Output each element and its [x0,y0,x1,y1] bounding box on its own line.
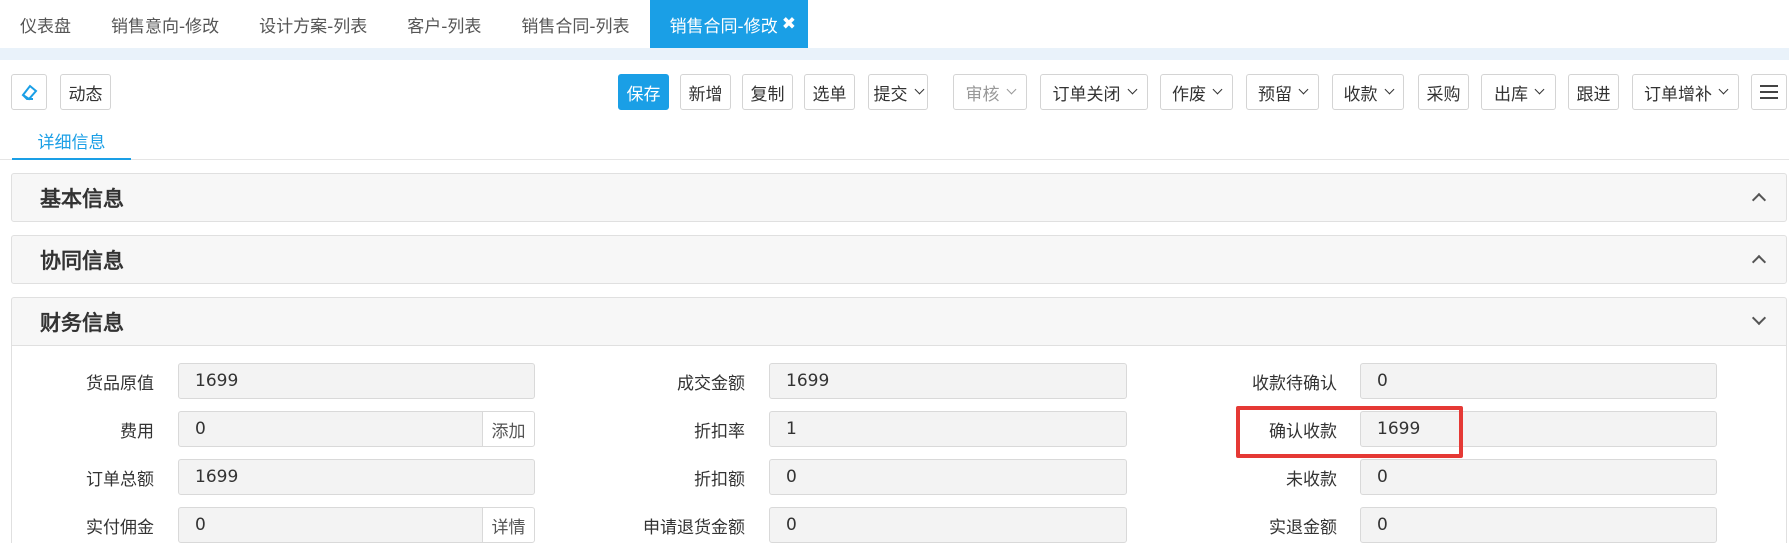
toolbar: 动态 保存 新增 复制 选单 提交 审核 订单关闭 作废 预留 收款 采购 出库… [0,60,1789,122]
order-close-dropdown[interactable]: 订单关闭 [1040,74,1148,110]
tab-sales-contract-edit[interactable]: 销售合同-修改 ✖ [649,0,808,48]
outbound-label: 出库 [1494,84,1528,105]
discount-rate-field[interactable]: 1 [769,411,1127,447]
section-title: 基本信息 [40,186,124,211]
more-menu-button[interactable] [1751,74,1787,110]
commission-field[interactable]: 0 [178,507,483,543]
order-total-label: 订单总额 [86,469,154,490]
deal-amount-field[interactable]: 1699 [769,363,1127,399]
chevron-down-icon [1298,84,1309,95]
highlight-box [1236,406,1463,458]
order-supplement-dropdown[interactable]: 订单增补 [1632,74,1739,110]
fee-add-button[interactable]: 添加 [482,411,535,447]
tab-dashboard[interactable]: 仪表盘 [0,0,91,48]
chevron-down-icon [1127,84,1137,95]
return-request-label: 申请退货金额 [643,517,745,538]
tab-label: 销售合同-修改 [669,16,778,37]
unreceived-field[interactable]: 0 [1360,459,1717,495]
discount-rate-label: 折扣率 [694,421,745,442]
section-finance-info[interactable]: 财务信息 [11,297,1787,346]
unreceived-label: 未收款 [1286,469,1337,490]
receipt-label: 收款 [1343,84,1378,105]
tab-bar: 仪表盘 销售意向-修改 设计方案-列表 客户-列表 销售合同-列表 销售合同-修… [0,0,1789,48]
tab-detail-info[interactable]: 详细信息 [12,122,131,160]
receipt-dropdown[interactable]: 收款 [1332,74,1404,110]
fee-label: 费用 [120,421,154,442]
refund-label: 实退金额 [1269,517,1337,538]
eraser-icon [21,84,38,101]
void-label: 作废 [1172,84,1206,105]
refund-field[interactable]: 0 [1360,507,1717,543]
menu-icon [1760,85,1778,99]
dynamic-button[interactable]: 动态 [60,74,111,110]
void-dropdown[interactable]: 作废 [1160,74,1233,110]
pending-receipt-label: 收款待确认 [1252,373,1337,394]
eraser-button[interactable] [11,74,47,110]
commission-detail-button[interactable]: 详情 [482,507,535,543]
add-button[interactable]: 新增 [680,74,731,110]
goods-original-field[interactable]: 1699 [178,363,535,399]
tab-sales-contract-list[interactable]: 销售合同-列表 [501,0,649,48]
chevron-up-icon[interactable] [1751,254,1767,270]
submit-label: 提交 [873,84,908,105]
goods-original-label: 货品原值 [86,373,154,394]
audit-dropdown: 审核 [953,74,1027,110]
reserve-dropdown[interactable]: 预留 [1246,74,1319,110]
outbound-dropdown[interactable]: 出库 [1481,74,1556,110]
order-close-label: 订单关闭 [1052,84,1121,105]
chevron-down-icon [1384,84,1394,95]
submit-dropdown[interactable]: 提交 [868,74,928,110]
discount-amount-label: 折扣额 [694,469,745,490]
section-title: 协同信息 [40,248,124,273]
chevron-down-icon [1718,84,1729,95]
save-button[interactable]: 保存 [618,74,669,110]
section-basic-info[interactable]: 基本信息 [11,173,1787,222]
chevron-down-icon [914,84,924,95]
deal-amount-label: 成交金额 [677,373,745,394]
copy-button[interactable]: 复制 [742,74,793,110]
pending-receipt-field[interactable]: 0 [1360,363,1717,399]
chevron-down-icon [1006,84,1016,95]
section-title: 财务信息 [40,310,124,335]
tab-customer-list[interactable]: 客户-列表 [387,0,501,48]
fee-field[interactable]: 0 [178,411,483,447]
tab-sales-intent-edit[interactable]: 销售意向-修改 [91,0,239,48]
chevron-down-icon[interactable] [1751,310,1767,326]
detail-tabs: 详细信息 [0,122,1789,160]
order-supplement-label: 订单增补 [1644,84,1712,105]
tab-design-list[interactable]: 设计方案-列表 [239,0,387,48]
audit-label: 审核 [965,84,1000,105]
follow-button[interactable]: 跟进 [1568,74,1619,110]
order-total-field[interactable]: 1699 [178,459,535,495]
return-request-field[interactable]: 0 [769,507,1127,543]
section-collab-info[interactable]: 协同信息 [11,235,1787,284]
reserve-label: 预留 [1258,84,1292,105]
chevron-down-icon [1534,84,1545,95]
tab-divider [0,48,1789,60]
purchase-button[interactable]: 采购 [1418,74,1469,110]
close-icon[interactable]: ✖ [782,14,796,34]
discount-amount-field[interactable]: 0 [769,459,1127,495]
select-order-button[interactable]: 选单 [804,74,855,110]
chevron-up-icon[interactable] [1751,192,1767,208]
chevron-down-icon [1212,84,1223,95]
commission-label: 实付佣金 [86,517,154,538]
